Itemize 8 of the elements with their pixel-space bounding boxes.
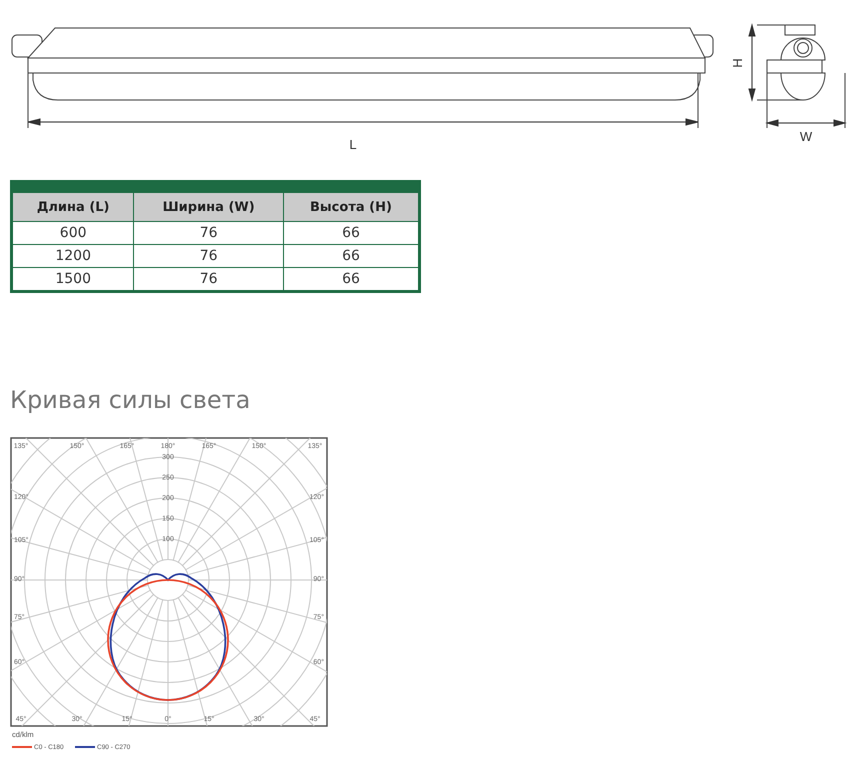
height-label: H — [730, 58, 745, 68]
length-label: L — [349, 137, 357, 152]
table-cell: 76 — [134, 244, 284, 268]
section-title: Кривая силы света — [10, 385, 250, 415]
table-cell: 600 — [12, 222, 134, 244]
table-cell: 1200 — [12, 244, 134, 268]
table-cell: 76 — [134, 222, 284, 244]
width-label: W — [800, 129, 812, 144]
